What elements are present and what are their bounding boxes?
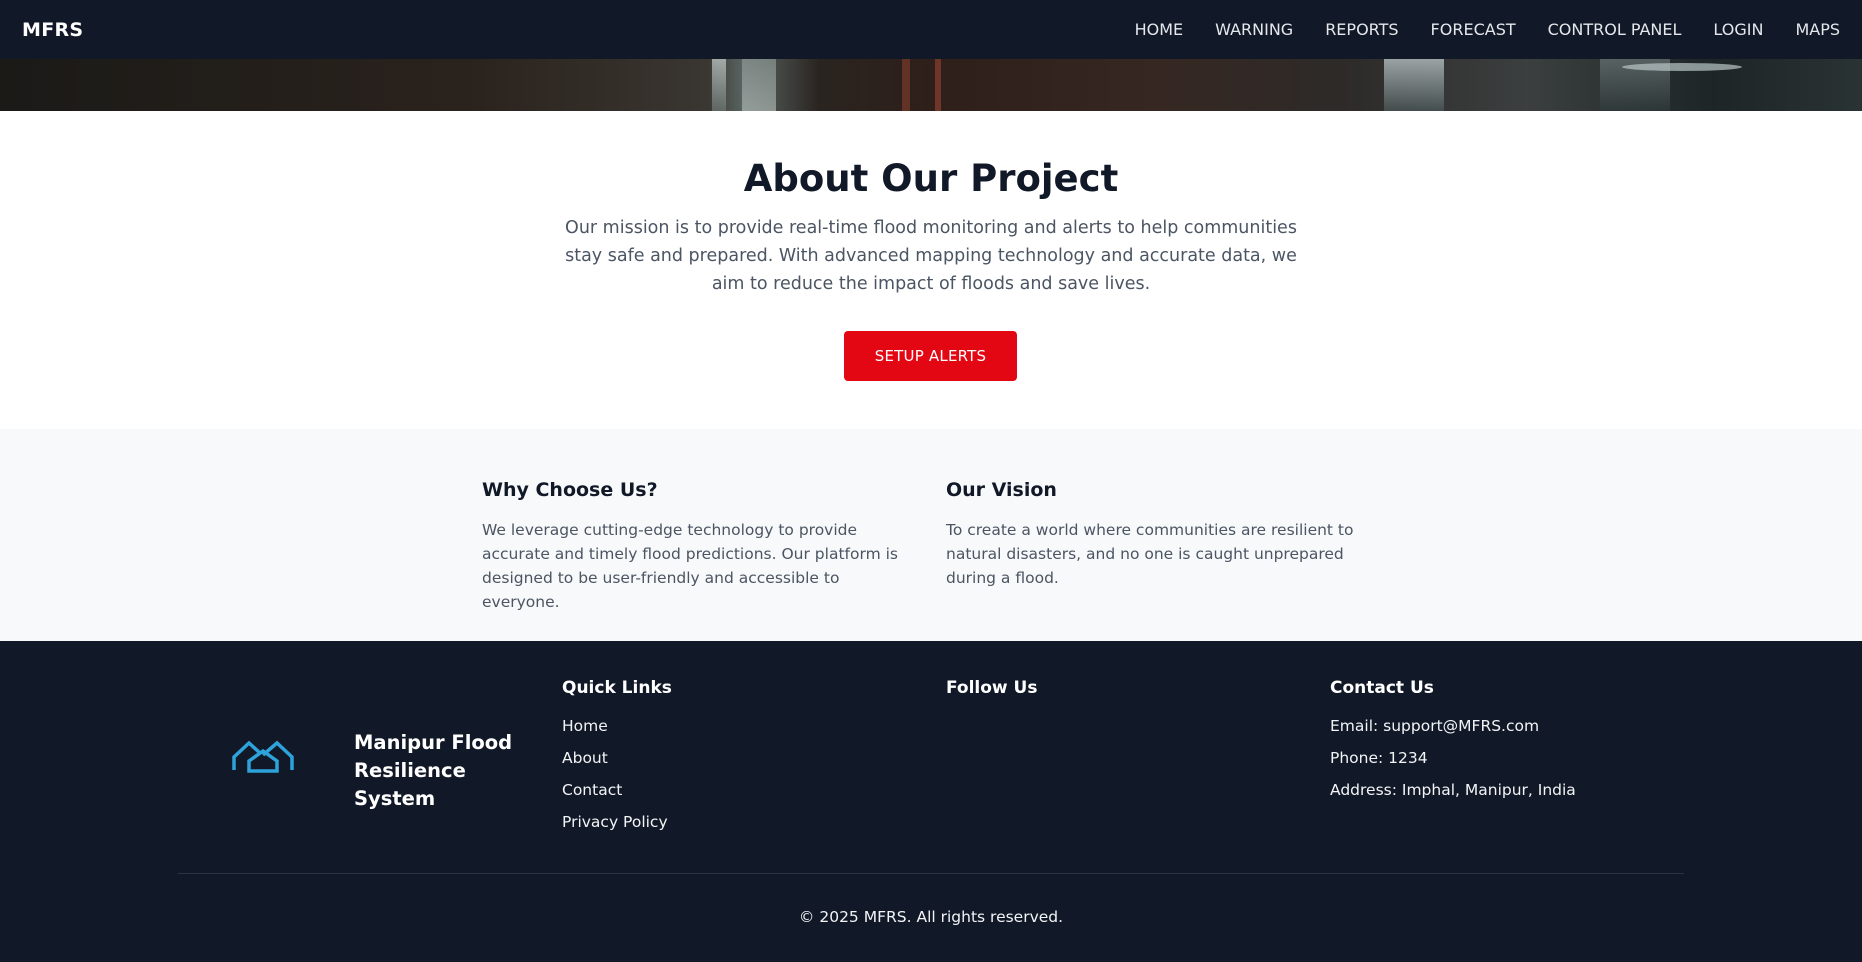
feature-title: Why Choose Us? — [482, 479, 658, 501]
footer-contact-title: Contact Us — [1330, 678, 1434, 698]
footer-link-privacy-policy[interactable]: Privacy Policy — [562, 812, 672, 832]
rain-streak — [902, 59, 910, 111]
nav-links: HOME WARNING REPORTS FORECAST CONTROL PA… — [1135, 20, 1840, 39]
navbar: MFRS HOME WARNING REPORTS FORECAST CONTR… — [0, 0, 1862, 59]
footer-brand-name: Manipur Flood Resilience System — [354, 731, 513, 810]
footer-divider — [178, 873, 1684, 874]
nav-link-reports[interactable]: REPORTS — [1325, 20, 1398, 39]
footer-quick-links-title: Quick Links — [562, 678, 672, 698]
about-description: Our mission is to provide real-time floo… — [565, 218, 1297, 294]
footer-link-home[interactable]: Home — [562, 716, 672, 736]
nav-link-home[interactable]: HOME — [1135, 20, 1184, 39]
feature-text: We leverage cutting-edge technology to p… — [482, 521, 898, 611]
feature-text: To create a world where communities are … — [946, 521, 1354, 587]
house-outline-icon — [232, 740, 294, 773]
features-section: Why Choose Us? We leverage cutting-edge … — [0, 429, 1862, 641]
nav-link-forecast[interactable]: FORECAST — [1431, 20, 1516, 39]
setup-alerts-button[interactable]: SETUP ALERTS — [844, 331, 1017, 381]
footer-link-contact[interactable]: Contact — [562, 780, 672, 800]
nav-link-control-panel[interactable]: CONTROL PANEL — [1548, 20, 1682, 39]
footer-follow-title: Follow Us — [946, 678, 1038, 698]
rain-streak — [1384, 59, 1444, 111]
rain-streak — [742, 59, 776, 111]
footer-contact-email: Email: support@MFRS.com — [1330, 717, 1540, 735]
footer-follow-us: Follow Us — [946, 678, 1037, 716]
rain-streak — [712, 59, 726, 111]
feature-our-vision: Our Vision To create a world where commu… — [946, 479, 1376, 590]
footer-contact-us: Contact Us Email: support@MFRS.com Phone… — [1330, 678, 1576, 812]
nav-link-maps[interactable]: MAPS — [1795, 20, 1840, 39]
footer: Manipur Flood Resilience System Quick Li… — [0, 641, 1862, 962]
brand-logo[interactable]: MFRS — [22, 19, 83, 41]
footer-link-about[interactable]: About — [562, 748, 672, 768]
nav-link-login[interactable]: LOGIN — [1713, 20, 1763, 39]
footer-contact-address: Address: Imphal, Manipur, India — [1330, 781, 1576, 799]
footer-contact-phone: Phone: 1234 — [1330, 749, 1428, 767]
footer-copyright: © 2025 MFRS. All rights reserved. — [798, 908, 1064, 926]
about-section: About Our Project Our mission is to prov… — [0, 111, 1862, 429]
nav-link-warning[interactable]: WARNING — [1215, 20, 1293, 39]
hero-rain-image — [0, 59, 1862, 111]
about-title: About Our Project — [743, 157, 1119, 200]
feature-title: Our Vision — [946, 479, 1057, 501]
feature-why-choose-us: Why Choose Us? We leverage cutting-edge … — [482, 479, 912, 614]
footer-quick-links: Quick Links Home About Contact Privacy P… — [562, 678, 672, 844]
rain-streak — [935, 59, 941, 111]
rain-streak — [1622, 63, 1742, 71]
